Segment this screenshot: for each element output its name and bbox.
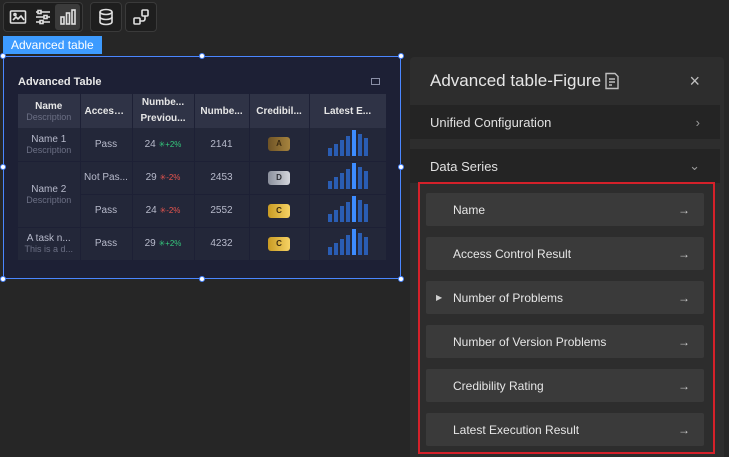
series-item-number-of-problems[interactable]: ▶ Number of Problems → [426,281,704,314]
series-item-latest-execution-result[interactable]: Latest Execution Result → [426,413,704,446]
bar-chart-icon[interactable] [55,4,81,30]
credibility-badge: C [268,236,290,251]
section-unified-configuration[interactable]: Unified Configuration › [410,105,720,139]
table-settings-icon[interactable] [371,78,380,85]
arrow-right-icon: → [678,378,690,393]
advanced-table: Name Description Access ... Numbe... Pre… [18,94,387,261]
arrow-right-icon: → [678,334,690,349]
credibility-badge: C [268,203,290,218]
series-item-access-control-result[interactable]: Access Control Result → [426,237,704,270]
trend-up-icon: ✳+2% [158,239,182,248]
table-title: Advanced Table [18,76,102,88]
resize-handle-bottom[interactable] [199,276,205,282]
component-tag[interactable]: Advanced table [3,36,102,54]
arrow-right-icon: → [678,246,690,261]
resize-handle-top[interactable] [199,53,205,59]
series-item-name[interactable]: Name → [426,193,704,226]
resize-handle-tr[interactable] [398,53,404,59]
section-data-series[interactable]: Data Series ⌄ [410,149,720,183]
column-header-latest[interactable]: Latest E... [309,94,387,128]
resize-handle-br[interactable] [398,276,404,282]
execution-bars [327,196,368,222]
panel-title: Advanced table-Figure [430,71,602,90]
table-row[interactable]: A task n... This is a d... Pass 29 ✳+2% 4… [18,227,387,261]
execution-bars [327,163,368,189]
trend-down-icon: ✳-2% [159,206,181,215]
column-header-problems[interactable]: Numbe... Previou... [132,94,195,128]
caret-right-icon[interactable]: ▶ [436,293,442,302]
close-icon[interactable]: × [689,71,700,92]
series-item-credibility-rating[interactable]: Credibility Rating → [426,369,704,402]
column-header-version[interactable]: Numbe... [194,94,250,128]
column-header-access[interactable]: Access ... [80,94,133,128]
chevron-down-icon: ⌄ [689,158,700,173]
view-toolbar [3,2,83,32]
sliders-icon[interactable] [31,4,56,30]
column-header-credibility[interactable]: Credibil... [249,94,310,128]
arrow-right-icon: → [678,202,690,217]
arrow-right-icon: → [678,422,690,437]
trend-down-icon: ✳-2% [159,173,181,182]
database-icon[interactable] [93,4,119,30]
arrow-right-icon: → [678,290,690,305]
trend-up-icon: ✳+2% [158,139,182,149]
flow-toolbar [125,2,157,32]
credibility-badge: D [268,170,290,185]
workflow-icon[interactable] [128,4,154,30]
chevron-right-icon: › [695,114,700,130]
execution-bars [327,129,368,156]
advanced-table-component[interactable]: Advanced Table Name Description Access .… [0,53,404,282]
resize-handle-tl[interactable] [0,53,6,59]
data-toolbar [90,2,122,32]
table-row[interactable]: Name 2 Description Not Pas... 29 ✳-2% 245… [18,161,387,228]
column-header-name[interactable]: Name Description [18,94,81,128]
document-icon[interactable] [604,72,620,95]
resize-handle-right[interactable] [398,164,404,170]
resize-handle-bl[interactable] [0,276,6,282]
execution-bars [327,229,368,255]
image-icon[interactable] [6,4,31,30]
table-row[interactable]: Name 1 Description Pass 24 ✳+2% 2141 A [18,128,387,162]
resize-handle-left[interactable] [0,164,6,170]
series-item-number-of-version-problems[interactable]: Number of Version Problems → [426,325,704,358]
credibility-badge: A [268,137,290,152]
